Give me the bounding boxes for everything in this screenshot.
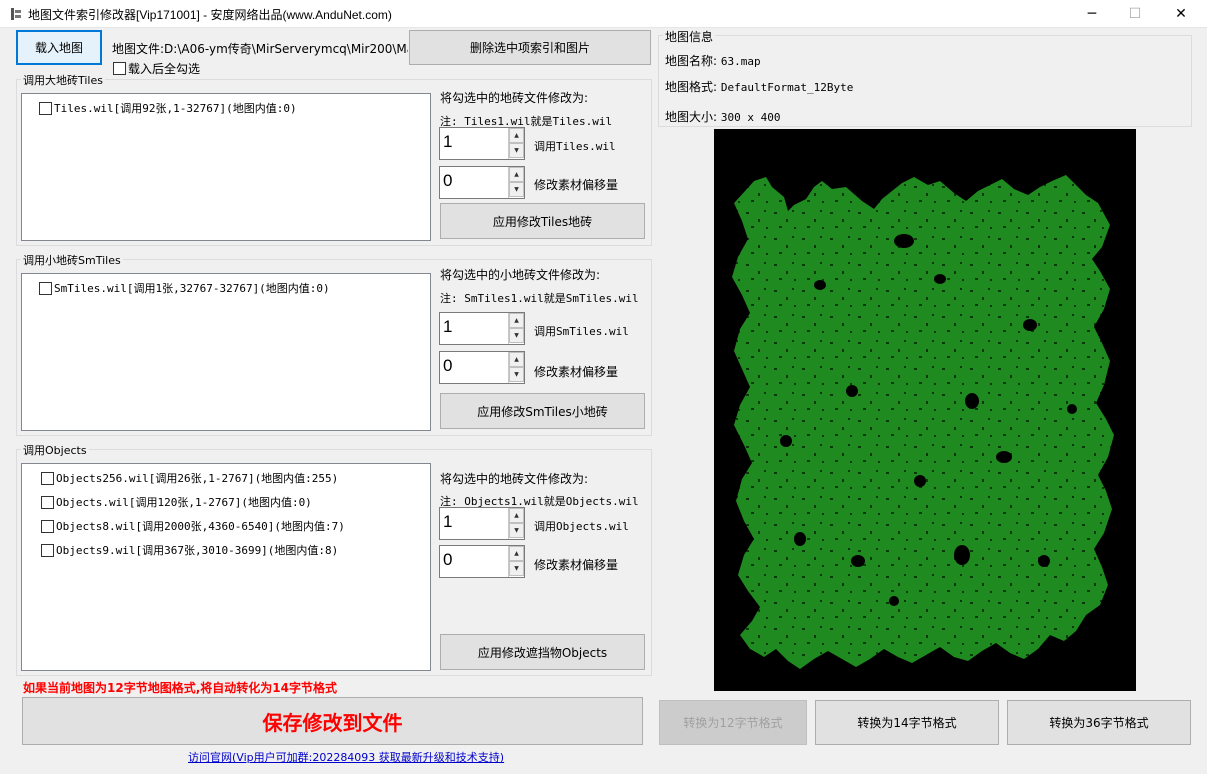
apply-objects-button[interactable]: 应用修改遮挡物Objects: [440, 634, 645, 670]
smtiles-list[interactable]: SmTiles.wil[调用1张,32767-32767](地图内值:0): [21, 273, 431, 431]
map-preview-image: [714, 129, 1136, 691]
stepper-down-icon[interactable]: ▼: [509, 182, 524, 197]
map-size-row: 地图大小: 300 x 400: [665, 108, 780, 125]
list-item[interactable]: Objects256.wil[调用26张,1-2767](地图内值:255): [41, 470, 338, 486]
checkbox-box[interactable]: [39, 101, 52, 115]
list-item-label: Tiles.wil[调用92张,1-32767](地图内值:0): [54, 102, 297, 115]
objects-value-stepper[interactable]: 1 ▲ ▼: [439, 507, 525, 540]
stepper-down-icon[interactable]: ▼: [509, 561, 524, 576]
objects-modify-label: 将勾选中的地砖文件修改为:: [440, 472, 589, 486]
stepper-down-icon[interactable]: ▼: [509, 523, 524, 538]
checkbox-box[interactable]: [41, 543, 54, 557]
stepper-value[interactable]: 1: [443, 317, 452, 337]
window-title: 地图文件索引修改器[Vip171001] - 安度网络出品(www.AnduNe…: [28, 8, 392, 22]
stepper-value[interactable]: 1: [443, 512, 452, 532]
select-all-after-load-label: 载入后全勾选: [128, 62, 201, 76]
objects-group-title: 调用Objects: [21, 442, 89, 458]
checkbox-box[interactable]: [39, 281, 52, 295]
tiles-group-title: 调用大地砖Tiles: [21, 72, 105, 88]
map-file-path: 地图文件:D:\A06-ym传奇\MirServerymcq\Mir200\Ma…: [112, 42, 408, 56]
stepper-up-icon[interactable]: ▲: [509, 508, 524, 523]
stepper-value[interactable]: 0: [443, 356, 452, 376]
list-item-label: Objects8.wil[调用2000张,4360-6540](地图内值:7): [56, 520, 345, 533]
stepper-up-icon[interactable]: ▲: [509, 167, 524, 182]
smtiles-offset-label: 修改素材偏移量: [534, 365, 619, 379]
load-map-button[interactable]: 载入地图: [16, 30, 102, 65]
close-button[interactable]: ✕: [1158, 0, 1204, 28]
list-item[interactable]: Objects8.wil[调用2000张,4360-6540](地图内值:7): [41, 518, 345, 534]
convert-36-byte-button[interactable]: 转换为36字节格式: [1007, 700, 1191, 745]
stepper-value[interactable]: 0: [443, 171, 452, 191]
stepper-down-icon[interactable]: ▼: [509, 328, 524, 343]
checkbox-box[interactable]: [113, 62, 126, 75]
objects-value-label: 调用Objects.wil: [534, 520, 629, 533]
map-size-label: 地图大小:: [665, 110, 718, 124]
smtiles-note: 注: SmTiles1.wil就是SmTiles.wil: [440, 292, 639, 305]
tiles-offset-stepper[interactable]: 0 ▲ ▼: [439, 166, 525, 199]
map-size-value: 300 x 400: [720, 111, 781, 124]
checkbox-box[interactable]: [41, 519, 54, 533]
map-format-label: 地图格式:: [665, 80, 718, 94]
map-name-row: 地图名称: 63.map: [665, 52, 761, 69]
stepper-up-icon[interactable]: ▲: [509, 352, 524, 367]
stepper-value[interactable]: 0: [443, 550, 452, 570]
apply-tiles-button[interactable]: 应用修改Tiles地砖: [440, 203, 645, 239]
list-item[interactable]: Objects.wil[调用120张,1-2767](地图内值:0): [41, 494, 312, 510]
app-icon: [11, 8, 21, 20]
convert-14-byte-button[interactable]: 转换为14字节格式: [815, 700, 999, 745]
list-item-label: SmTiles.wil[调用1张,32767-32767](地图内值:0): [54, 282, 330, 295]
list-item[interactable]: Objects9.wil[调用367张,3010-3699](地图内值:8): [41, 542, 338, 558]
smtiles-modify-label: 将勾选中的小地砖文件修改为:: [440, 268, 601, 282]
title-bar: 地图文件索引修改器[Vip171001] - 安度网络出品(www.AnduNe…: [0, 0, 1207, 28]
smtiles-value-label: 调用SmTiles.wil: [534, 325, 629, 338]
stepper-value[interactable]: 1: [443, 132, 452, 152]
stepper-up-icon[interactable]: ▲: [509, 546, 524, 561]
delete-selected-button[interactable]: 删除选中项索引和图片: [409, 30, 651, 65]
list-item-label: Objects9.wil[调用367张,3010-3699](地图内值:8): [56, 544, 339, 557]
tiles-value-stepper[interactable]: 1 ▲ ▼: [439, 127, 525, 160]
convert-12-byte-button[interactable]: 转换为12字节格式: [659, 700, 807, 745]
stepper-up-icon[interactable]: ▲: [509, 128, 524, 143]
tiles-modify-label: 将勾选中的地砖文件修改为:: [440, 91, 589, 105]
list-item[interactable]: Tiles.wil[调用92张,1-32767](地图内值:0): [39, 100, 297, 116]
stepper-down-icon[interactable]: ▼: [509, 143, 524, 158]
minimize-button[interactable]: ─: [1069, 0, 1115, 28]
tiles-value-label: 调用Tiles.wil: [534, 140, 616, 153]
smtiles-group-title: 调用小地砖SmTiles: [21, 252, 123, 268]
checkbox-box[interactable]: [41, 471, 54, 485]
tiles-offset-label: 修改素材偏移量: [534, 178, 619, 192]
map-name-label: 地图名称:: [665, 54, 718, 68]
save-to-file-button[interactable]: 保存修改到文件: [22, 697, 643, 745]
smtiles-offset-stepper[interactable]: 0 ▲ ▼: [439, 351, 525, 384]
maximize-button[interactable]: ☐: [1112, 0, 1158, 28]
objects-list[interactable]: Objects256.wil[调用26张,1-2767](地图内值:255) O…: [21, 463, 431, 671]
objects-offset-stepper[interactable]: 0 ▲ ▼: [439, 545, 525, 578]
map-format-value: DefaultFormat_12Byte: [720, 81, 854, 94]
map-name-value: 63.map: [720, 55, 761, 68]
list-item-label: Objects256.wil[调用26张,1-2767](地图内值:255): [56, 472, 339, 485]
map-preview[interactable]: [714, 129, 1136, 691]
stepper-up-icon[interactable]: ▲: [509, 313, 524, 328]
smtiles-value-stepper[interactable]: 1 ▲ ▼: [439, 312, 525, 345]
checkbox-box[interactable]: [41, 495, 54, 509]
list-item-label: Objects.wil[调用120张,1-2767](地图内值:0): [56, 496, 312, 509]
apply-smtiles-button[interactable]: 应用修改SmTiles小地砖: [440, 393, 645, 429]
objects-offset-label: 修改素材偏移量: [534, 558, 619, 572]
select-all-after-load-checkbox[interactable]: 载入后全勾选: [113, 60, 200, 77]
official-site-link[interactable]: 访问官网(Vip用户可加群:202284093 获取最新升级和技术支持): [188, 749, 504, 765]
map-info-group-title: 地图信息: [663, 28, 716, 45]
format-warning: 如果当前地图为12字节地图格式,将自动转化为14字节格式: [23, 681, 337, 695]
stepper-down-icon[interactable]: ▼: [509, 367, 524, 382]
map-format-row: 地图格式: DefaultFormat_12Byte: [665, 78, 853, 95]
tiles-list[interactable]: Tiles.wil[调用92张,1-32767](地图内值:0): [21, 93, 431, 241]
list-item[interactable]: SmTiles.wil[调用1张,32767-32767](地图内值:0): [39, 280, 330, 296]
